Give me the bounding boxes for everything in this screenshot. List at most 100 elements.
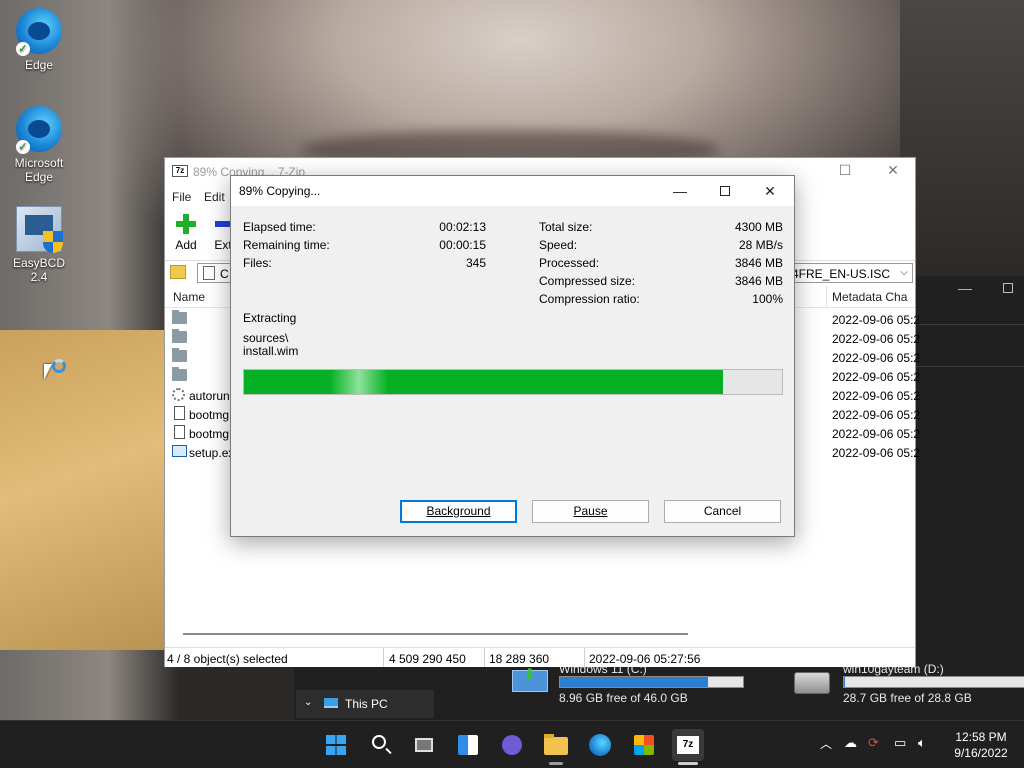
progress-fill bbox=[244, 370, 723, 394]
elapsed-time-label: Elapsed time: bbox=[243, 220, 316, 234]
menu-edit[interactable]: Edit bbox=[204, 190, 225, 204]
file-explorer-window[interactable]: — bbox=[902, 276, 1024, 666]
folder-icon bbox=[172, 310, 187, 324]
status-selected: 4 / 8 object(s) selected bbox=[167, 652, 288, 666]
maximize-button[interactable] bbox=[704, 180, 746, 202]
nav-item-this-pc[interactable]: ⌄ This PC bbox=[296, 690, 434, 718]
column-metadata-changed[interactable]: Metadata Cha bbox=[832, 290, 907, 304]
volume-icon[interactable]: 🔈︎ bbox=[918, 735, 926, 751]
task-view-icon bbox=[415, 738, 433, 752]
desktop-icon-microsoft-edge[interactable]: ✓ Microsoft Edge bbox=[4, 106, 74, 184]
maximize-button[interactable]: ☐ bbox=[825, 162, 865, 182]
chat-icon bbox=[502, 735, 522, 755]
desktop-icon-easybcd[interactable]: EasyBCD 2.4 bbox=[4, 206, 74, 284]
drive-usage-bar bbox=[843, 676, 1024, 688]
close-button[interactable]: ✕ bbox=[873, 162, 913, 182]
start-button[interactable] bbox=[320, 729, 352, 761]
menu-file[interactable]: File bbox=[172, 190, 191, 204]
wallpaper-dark-area bbox=[900, 0, 1024, 290]
speed-label: Speed: bbox=[539, 238, 578, 252]
7zip-icon: 7z bbox=[677, 736, 699, 754]
close-button[interactable]: ✕ bbox=[749, 180, 791, 202]
pause-button-label: Pause bbox=[573, 504, 608, 518]
chevron-down-icon[interactable]: ⌵ bbox=[900, 267, 908, 278]
drive-d-icon bbox=[794, 672, 830, 694]
taskbar: 7z ︿ ☁ ⟳ ▭ 🔈︎ 12:58 PM 9/16/2022 bbox=[0, 720, 1024, 768]
clock-time: 12:58 PM bbox=[955, 730, 1007, 744]
file-name: bootmg bbox=[189, 427, 230, 441]
file-name: setup.ex bbox=[189, 446, 235, 460]
file-explorer-button[interactable] bbox=[540, 729, 572, 765]
file-date: 2022-09-06 05:2 bbox=[832, 351, 921, 365]
chevron-down-icon[interactable]: ⌄ bbox=[304, 697, 312, 708]
background-button[interactable]: Background bbox=[400, 500, 517, 523]
drive-c-icon: ⬇ bbox=[512, 667, 548, 692]
active-indicator bbox=[678, 762, 698, 765]
widgets-icon bbox=[458, 735, 478, 755]
busy-spinner-icon bbox=[52, 359, 66, 373]
add-button[interactable]: Add bbox=[168, 214, 204, 252]
nav-item-label: This PC bbox=[345, 697, 388, 711]
maximize-icon bbox=[720, 185, 730, 196]
drive-usage-fill bbox=[560, 677, 709, 687]
7zip-button[interactable]: 7z bbox=[672, 729, 704, 765]
desktop-icon-edge[interactable]: ✓ Edge bbox=[4, 8, 74, 72]
search-button[interactable] bbox=[364, 729, 396, 761]
running-indicator bbox=[549, 762, 563, 765]
file-date: 2022-09-06 05:2 bbox=[832, 389, 921, 403]
minimize-button[interactable]: — bbox=[659, 180, 701, 202]
clock-date: 9/16/2022 bbox=[954, 746, 1008, 760]
copy-progress-dialog[interactable]: 89% Copying... — ✕ Elapsed time: 00:02:1… bbox=[230, 175, 795, 537]
file-date: 2022-09-06 05:2 bbox=[832, 370, 921, 384]
file-date: 2022-09-06 05:2 bbox=[832, 427, 921, 441]
column-divider[interactable] bbox=[826, 286, 827, 308]
column-name[interactable]: Name bbox=[173, 290, 205, 304]
horizontal-scrollbar[interactable] bbox=[183, 633, 688, 635]
file-explorer-icon bbox=[544, 734, 568, 755]
desktop-icon-label: EasyBCD 2.4 bbox=[12, 256, 65, 284]
file-date: 2022-09-06 05:2 bbox=[832, 446, 921, 460]
status-divider bbox=[584, 648, 585, 667]
easybcd-icon bbox=[16, 206, 63, 253]
file-date: 2022-09-06 05:2 bbox=[832, 313, 921, 327]
chevron-up-icon[interactable]: ︿ bbox=[820, 735, 832, 752]
start-icon bbox=[326, 735, 346, 755]
plus-icon bbox=[176, 214, 196, 234]
folder-icon bbox=[172, 329, 187, 343]
widgets-button[interactable] bbox=[452, 729, 484, 761]
folder-up-icon[interactable] bbox=[170, 265, 186, 279]
folder-icon bbox=[172, 348, 187, 362]
minimize-icon[interactable]: — bbox=[958, 280, 972, 296]
file-icon bbox=[174, 425, 185, 439]
pause-button[interactable]: Pause bbox=[532, 500, 649, 523]
remaining-time-value: 00:00:15 bbox=[439, 238, 486, 252]
cancel-button-label: Cancel bbox=[703, 504, 742, 518]
onedrive-icon[interactable]: ☁ bbox=[844, 735, 857, 751]
7zip-logo-icon: 7z bbox=[172, 165, 188, 177]
compressed-size-value: 3846 MB bbox=[734, 274, 783, 288]
sync-error-icon[interactable]: ⟳ bbox=[868, 735, 879, 751]
files-value: 345 bbox=[465, 256, 486, 270]
store-button[interactable] bbox=[628, 729, 660, 761]
cancel-button[interactable]: Cancel bbox=[664, 500, 781, 523]
clock[interactable]: 12:58 PM 9/16/2022 bbox=[946, 729, 1016, 761]
desktop-icon-label: Microsoft Edge bbox=[14, 156, 64, 184]
compression-ratio-value: 100% bbox=[752, 292, 783, 306]
sync-check-icon: ✓ bbox=[16, 42, 30, 56]
edge-button[interactable] bbox=[584, 729, 616, 761]
drive-usage-fill bbox=[844, 677, 845, 687]
total-size-label: Total size: bbox=[539, 220, 593, 234]
processed-value: 3846 MB bbox=[734, 256, 783, 270]
sync-check-icon: ✓ bbox=[16, 140, 30, 154]
dialog-title-bar[interactable]: 89% Copying... — ✕ bbox=[231, 176, 794, 206]
chat-button[interactable] bbox=[496, 729, 528, 761]
file-name: autorun bbox=[189, 389, 230, 403]
mouse-cursor-icon bbox=[44, 364, 52, 380]
file-name: bootmg bbox=[189, 408, 230, 422]
divider bbox=[916, 366, 1024, 367]
task-view-button[interactable] bbox=[408, 729, 440, 761]
processed-label: Processed: bbox=[539, 256, 600, 270]
dialog-title: 89% Copying... bbox=[239, 184, 321, 198]
maximize-icon[interactable] bbox=[1003, 283, 1013, 293]
network-icon[interactable]: ▭ bbox=[894, 735, 906, 751]
